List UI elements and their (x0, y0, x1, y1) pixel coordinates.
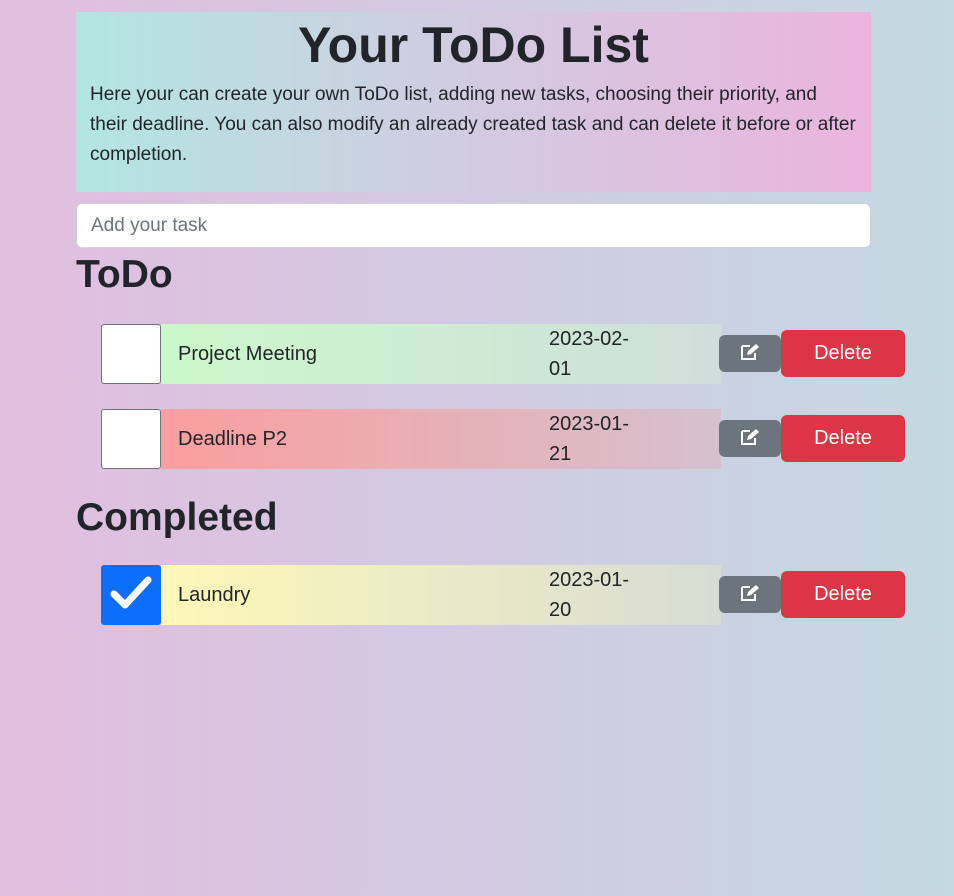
task-checkbox[interactable] (101, 565, 161, 625)
task-body: Project Meeting 2023-02-01 Delete (161, 324, 905, 384)
header-banner: Your ToDo List Here your can create your… (76, 12, 871, 192)
task-body: Deadline P2 2023-01-21 Delete (161, 409, 905, 469)
edit-icon (740, 343, 760, 364)
task-row: Deadline P2 2023-01-21 Delete (101, 409, 905, 469)
page-description: Here your can create your own ToDo list,… (90, 84, 856, 165)
edit-button[interactable] (719, 420, 781, 457)
completed-section-title: Completed (76, 496, 278, 539)
app-container: Your ToDo List Here your can create your… (76, 12, 905, 650)
delete-button[interactable]: Delete (781, 330, 905, 377)
todo-list: Project Meeting 2023-02-01 Delete Deadli… (101, 324, 905, 469)
completed-list: Laundry 2023-01-20 Delete (101, 565, 905, 625)
task-date: 2023-01-20 (549, 569, 630, 621)
edit-button[interactable] (719, 576, 781, 613)
checkmark-icon (109, 573, 153, 618)
delete-button[interactable]: Delete (781, 415, 905, 462)
task-row: Project Meeting 2023-02-01 Delete (101, 324, 905, 384)
edit-icon (740, 584, 760, 605)
todo-section-title: ToDo (76, 253, 173, 296)
page-title: Your ToDo List (298, 17, 649, 73)
edit-icon (740, 428, 760, 449)
task-date: 2023-01-21 (549, 413, 630, 465)
task-row: Laundry 2023-01-20 Delete (101, 565, 905, 625)
task-checkbox[interactable] (101, 409, 161, 469)
task-checkbox[interactable] (101, 324, 161, 384)
task-date: 2023-02-01 (549, 328, 630, 380)
edit-button[interactable] (719, 335, 781, 372)
add-task-input[interactable] (76, 203, 871, 248)
delete-button[interactable]: Delete (781, 571, 905, 618)
task-body: Laundry 2023-01-20 Delete (161, 565, 905, 625)
